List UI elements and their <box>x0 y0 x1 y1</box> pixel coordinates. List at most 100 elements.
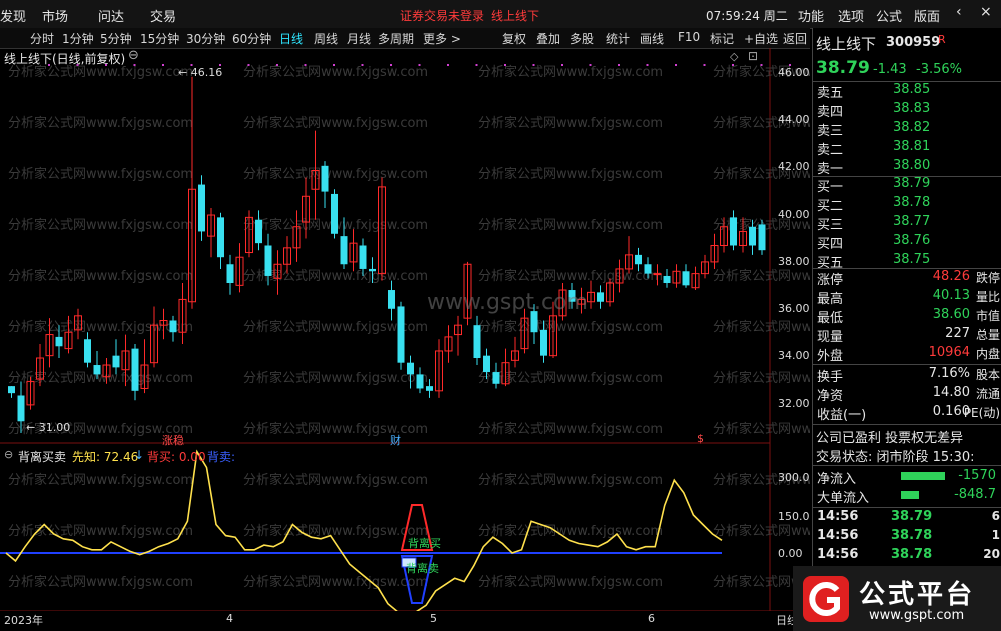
top-dot-marker <box>304 64 307 66</box>
candle-body-down <box>758 224 766 251</box>
top-dot-marker <box>475 64 478 66</box>
top-dot-marker <box>361 64 364 66</box>
expand-icon[interactable]: ⊡ <box>748 49 758 63</box>
indicator-beimai: 背买: 0.00 <box>147 450 206 464</box>
tool-add-watch[interactable]: +自选 <box>744 30 778 47</box>
bid-label: 买四 <box>817 237 844 252</box>
menu-wenda[interactable]: 问达 <box>98 6 124 25</box>
tool-back[interactable]: 返回 <box>783 30 807 47</box>
ask-row: 卖四 38.83 <box>815 101 1000 120</box>
marker-dollar[interactable]: $ <box>697 432 704 445</box>
tool-stats[interactable]: 统计 <box>606 30 630 47</box>
stat-label2: 跌停 <box>975 271 1000 285</box>
stat2-label2: 流通 <box>975 387 1000 401</box>
stat-value: 48.26 <box>932 269 970 284</box>
menu-layout[interactable]: 版面 <box>914 6 940 25</box>
tick-volume: 20 <box>983 547 1000 561</box>
candle-body-down <box>17 395 25 422</box>
kline-svg[interactable]: 分析家公式网www.fxjgsw.com 分析家公式网www.fxjgsw.com… <box>0 48 810 611</box>
stat2-value: 14.80 <box>932 385 970 400</box>
tool-overlay[interactable]: 叠加 <box>536 30 560 47</box>
menu-formula[interactable]: 公式 <box>876 6 902 25</box>
tool-multi-stock[interactable]: 多股 <box>570 30 594 47</box>
period-5min[interactable]: 5分钟 <box>100 30 132 47</box>
y-tick: 46.00 <box>778 66 810 79</box>
bid-row: 买四 38.76 <box>815 233 1000 252</box>
price-change: -1.43 <box>873 62 907 77</box>
watermark-text: 分析家公式网www.fxjgsw.com <box>478 64 663 80</box>
menu-trade[interactable]: 交易 <box>150 6 176 25</box>
candle-body-down <box>255 219 262 244</box>
period-15min[interactable]: 15分钟 <box>140 30 179 47</box>
top-dot-marker <box>390 64 392 66</box>
period-toolbar: 分时 1分钟 5分钟 15分钟 30分钟 60分钟 日线 周线 月线 多周期 更… <box>0 28 810 49</box>
ask-price: 38.83 <box>893 101 931 116</box>
back-arrow-icon[interactable]: ‹ <box>956 4 962 20</box>
tick-time: 14:56 <box>817 528 859 543</box>
indicator-xianzhi: 先知: 72.46 <box>72 450 139 464</box>
watermark-text: 分析家公式网www.fxjgsw.com <box>243 574 428 590</box>
period-monthly[interactable]: 月线 <box>347 30 371 47</box>
candle-body-down <box>131 348 139 391</box>
stat-row: 外盘 10964 内盘 <box>815 345 1000 364</box>
indicator-settings-icon[interactable]: ⊖ <box>4 448 13 461</box>
x-tick: 5 <box>430 612 437 625</box>
candle-body-down <box>359 245 367 269</box>
top-dot-marker <box>447 64 449 66</box>
ask-label: 卖三 <box>817 124 844 139</box>
period-30min[interactable]: 30分钟 <box>186 30 225 47</box>
marker-cai[interactable]: 财 <box>390 432 401 448</box>
flow-value: -1570 <box>958 468 996 483</box>
menu-market[interactable]: 市场 <box>42 6 68 25</box>
watermark-text: 分析家公式网www.fxjgsw.com <box>8 115 193 131</box>
period-multi[interactable]: 多周期 <box>378 30 414 47</box>
candle-body-down <box>55 336 63 347</box>
watermark-text: 分析家公式网www.fxjgsw.com <box>713 319 810 335</box>
period-60min[interactable]: 60分钟 <box>232 30 271 47</box>
stat-label2: 总量 <box>975 328 1000 342</box>
watermark-text: 分析家公式网www.fxjgsw.com <box>713 268 810 284</box>
candle-body-down <box>264 245 272 276</box>
candle-body-down <box>635 254 642 265</box>
chart-settings-icon[interactable]: ⊖ <box>128 48 139 63</box>
marker-zhangwen[interactable]: 涨稳 <box>162 432 184 448</box>
top-dot-marker <box>703 64 706 66</box>
watermark-text: 分析家公式网www.fxjgsw.com <box>478 115 663 131</box>
bid-row: 买二 38.78 <box>815 195 1000 214</box>
watermark-text: 分析家公式网www.fxjgsw.com <box>8 472 193 488</box>
window-close-icon[interactable]: × <box>980 4 992 20</box>
menu-discover[interactable]: 发现 <box>0 6 26 25</box>
bid-price: 38.79 <box>893 176 931 191</box>
stat2-value: 7.16% <box>928 366 970 381</box>
period-more[interactable]: 更多 > <box>423 30 461 47</box>
period-daily[interactable]: 日线 <box>279 30 303 47</box>
candle-body-down <box>321 165 329 192</box>
period-fenshi[interactable]: 分时 <box>30 30 54 47</box>
top-dot-marker <box>418 64 421 66</box>
ask-row: 卖二 38.81 <box>815 139 1000 158</box>
tick-price: 38.78 <box>891 547 933 562</box>
ind-y-tick: 300.0 <box>778 471 810 484</box>
kline-chart-area[interactable]: 分析家公式网www.fxjgsw.com 分析家公式网www.fxjgsw.com… <box>0 48 810 611</box>
candle-body-down <box>483 355 490 373</box>
menu-function[interactable]: 功能 <box>798 6 824 25</box>
ask-price: 38.85 <box>893 82 931 97</box>
menu-options[interactable]: 选项 <box>838 6 864 25</box>
stat-row: 最高 40.13 量比 <box>815 288 1000 307</box>
period-1min[interactable]: 1分钟 <box>62 30 94 47</box>
bid-label: 买二 <box>817 199 844 214</box>
top-dot-marker <box>618 64 620 66</box>
period-weekly[interactable]: 周线 <box>314 30 338 47</box>
tick-volume: 1 <box>991 528 1000 542</box>
tool-fuquan[interactable]: 复权 <box>502 30 526 47</box>
login-alert[interactable]: 证券交易未登录 <box>400 7 484 24</box>
bid-label: 买三 <box>817 218 844 233</box>
tool-mark[interactable]: 标记 <box>710 30 734 47</box>
watermark-text: 分析家公式网www.fxjgsw.com <box>8 523 193 539</box>
tool-draw[interactable]: 画线 <box>640 30 664 47</box>
diamond-icon[interactable]: ◇ <box>730 50 738 63</box>
tick-time: 14:56 <box>817 547 859 562</box>
tool-f10[interactable]: F10 <box>678 30 700 44</box>
tick-row: 14:56 38.79 6 <box>815 509 1000 528</box>
stat-label: 最低 <box>817 311 844 326</box>
